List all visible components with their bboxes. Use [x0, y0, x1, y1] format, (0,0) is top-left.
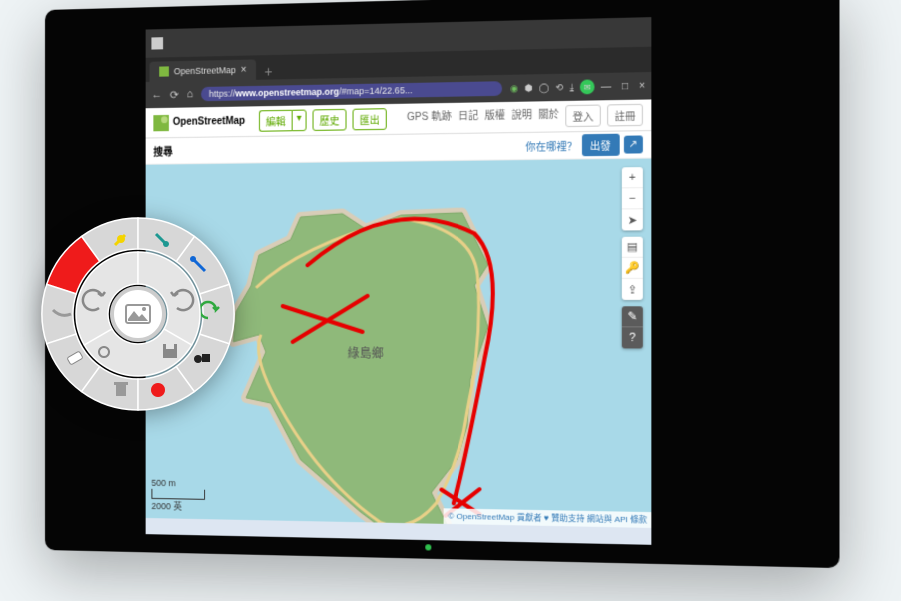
url-host: www.openstreetmap.org	[235, 86, 339, 98]
nav-help[interactable]: 說明	[511, 106, 532, 128]
map-controls: + − ➤ ▤ 🔑 ⇪ ✎ ?	[622, 167, 643, 348]
url-field[interactable]: https://www.openstreetmap.org/#map=14/22…	[201, 81, 502, 101]
close-icon[interactable]: ×	[639, 80, 645, 92]
osm-secondary-nav: GPS 軌跡 日記 版權 說明 關於 登入 註冊	[407, 104, 643, 130]
nav-diary[interactable]: 日記	[458, 107, 478, 129]
zoom-in-button[interactable]: +	[622, 167, 643, 188]
directions-button[interactable]: ↗	[624, 135, 643, 153]
island: 綠島鄉	[212, 192, 514, 528]
seg-redo-green[interactable]	[200, 284, 234, 343]
search-label: 搜尋	[153, 143, 172, 158]
shield-icon[interactable]: ◉	[510, 82, 518, 94]
export-button[interactable]: 匯出	[352, 108, 386, 130]
island-label: 綠島鄉	[348, 346, 384, 361]
app-icon	[151, 37, 163, 49]
favicon-icon	[159, 66, 169, 76]
nav-copyright[interactable]: 版權	[485, 106, 506, 128]
screenshot-icon	[125, 304, 151, 324]
osm-logo-text: OpenStreetMap	[173, 116, 245, 128]
messenger-icon[interactable]: ✉	[580, 79, 595, 94]
radial-menu[interactable]	[38, 214, 238, 414]
nav-about[interactable]: 關於	[538, 105, 559, 127]
home-icon[interactable]: ⌂	[187, 88, 193, 100]
signup-button[interactable]: 註冊	[607, 104, 643, 127]
history-icon[interactable]: ⟲	[555, 82, 563, 94]
tab-title: OpenStreetMap	[174, 65, 236, 76]
edit-button[interactable]: 編輯	[259, 110, 292, 132]
login-button[interactable]: 登入	[565, 105, 601, 128]
locate-button[interactable]: ➤	[622, 209, 643, 230]
url-path: /#map=14/22.65...	[339, 85, 412, 97]
osm-logo[interactable]: OpenStreetMap	[153, 113, 245, 131]
where-link[interactable]: 你在哪裡？	[525, 137, 577, 153]
go-button[interactable]: 出發	[582, 134, 620, 157]
toolbar-right: ◉ ⬢ ◯ ⟲ ⤓ ✉ — □ ×	[510, 78, 645, 95]
query-button[interactable]: ?	[622, 327, 643, 348]
reload-icon[interactable]: ⟳	[170, 88, 179, 101]
map-key-button[interactable]: 🔑	[622, 258, 643, 279]
maximize-icon[interactable]: □	[622, 80, 628, 92]
add-note-button[interactable]: ✎	[622, 306, 643, 327]
layers-button[interactable]: ▤	[622, 237, 643, 258]
back-icon[interactable]: ←	[151, 89, 162, 101]
downloads-icon[interactable]: ⤓	[570, 81, 574, 93]
new-tab-button[interactable]: +	[256, 63, 280, 80]
url-protocol: https://	[209, 88, 235, 99]
seg-brush[interactable]	[42, 284, 76, 343]
osm-logo-icon	[153, 114, 169, 130]
browser-tab[interactable]: OpenStreetMap ×	[149, 59, 256, 82]
osm-primary-nav: 編輯 ▾ 歷史 匯出	[259, 108, 387, 132]
extension-icon[interactable]: ⬢	[524, 82, 532, 94]
scale-metric: 500 m	[151, 478, 205, 489]
history-button[interactable]: 歷史	[312, 109, 346, 131]
tab-close-icon[interactable]: ×	[241, 64, 247, 75]
minimize-icon[interactable]: —	[601, 81, 611, 93]
zoom-out-button[interactable]: −	[622, 188, 643, 209]
account-icon[interactable]: ◯	[539, 82, 549, 94]
edit-caret-icon[interactable]: ▾	[292, 110, 307, 132]
share-button[interactable]: ⇪	[622, 279, 643, 300]
nav-gps[interactable]: GPS 軌跡	[407, 107, 452, 129]
radial-center-button[interactable]	[110, 286, 166, 342]
scale-imperial: 2000 英	[151, 499, 205, 513]
map-scale: 500 m 2000 英	[151, 478, 205, 513]
